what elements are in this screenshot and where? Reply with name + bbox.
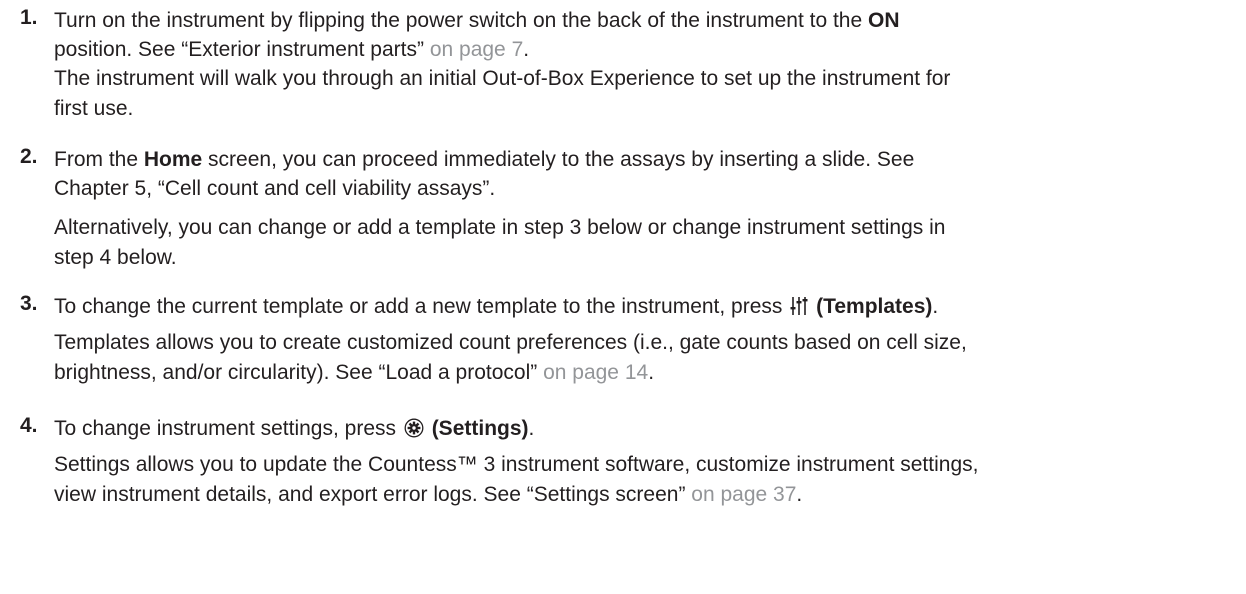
step-number: 1. <box>20 6 38 29</box>
step-3-line-2: Templates allows you to create customize… <box>54 331 967 354</box>
page-reference-link[interactable]: on page 37 <box>691 483 796 506</box>
step-4-line-2: Settings allows you to update the Counte… <box>54 453 979 476</box>
step-1-line-3: The instrument will walk you through an … <box>54 67 951 90</box>
page-reference-link[interactable]: on page 14 <box>543 361 648 384</box>
step-4-line-3: view instrument details, and export erro… <box>54 483 803 506</box>
step-3-line-1: To change the current template or add a … <box>54 292 938 324</box>
step-number: 4. <box>20 414 38 437</box>
templates-label: (Templates) <box>816 295 933 318</box>
step-2-line-1: From the Home screen, you can proceed im… <box>54 148 915 171</box>
step-2-line-2: Chapter 5, “Cell count and cell viabilit… <box>54 177 496 200</box>
step-2-line-3: Alternatively, you can change or add a t… <box>54 216 946 239</box>
templates-icon <box>790 295 808 324</box>
step-1-line-4: first use. <box>54 97 134 120</box>
step-4-line-1: To change instrument settings, press (Se… <box>54 414 534 446</box>
step-number: 3. <box>20 292 38 315</box>
step-2-line-4: step 4 below. <box>54 246 177 269</box>
step-number: 2. <box>20 145 38 168</box>
settings-gear-icon <box>404 417 424 446</box>
step-1-line-2: position. See “Exterior instrument parts… <box>54 38 530 61</box>
settings-label: (Settings) <box>431 417 529 440</box>
on-emphasis: ON <box>868 9 900 32</box>
step-3-line-3: brightness, and/or circularity). See “Lo… <box>54 361 655 384</box>
home-emphasis: Home <box>143 148 203 171</box>
step-1-line-1: Turn on the instrument by flipping the p… <box>54 9 900 32</box>
page-reference-link[interactable]: on page 7 <box>430 38 523 61</box>
